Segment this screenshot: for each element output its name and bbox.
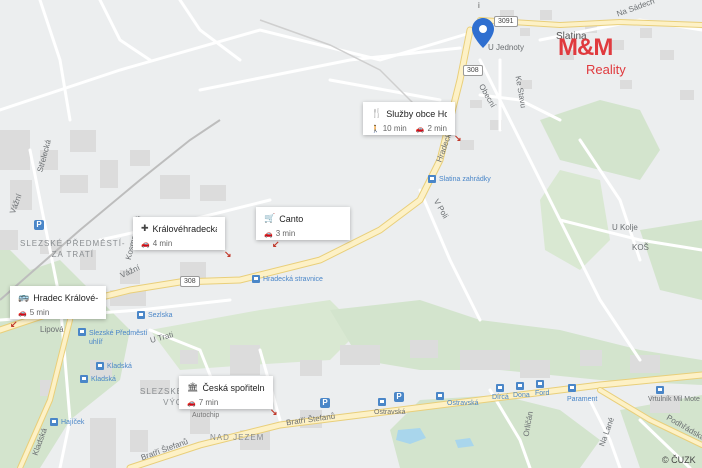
car-icon: 🚗 [141, 240, 150, 248]
bus-stop-icon [656, 386, 664, 394]
stop-label: Hradecká stravnice [263, 276, 323, 283]
car-icon: 🚗 [18, 309, 27, 317]
parking-icon: P [34, 220, 44, 230]
drive-time: 3 min [275, 229, 296, 238]
arrow-icon: ↙ [272, 239, 280, 249]
poi-card[interactable]: 🛒 Canto 🚗 3 min [256, 207, 350, 240]
street-label: Lipová [40, 325, 64, 334]
stop-label: Kladská [107, 363, 132, 370]
poi-title: Canto [279, 213, 304, 224]
poi-title: Hradec Králové-Sl… [33, 292, 98, 303]
location-pin-icon[interactable] [472, 18, 494, 48]
poi-title: Královéhradecká … [152, 223, 217, 234]
bus-stop-icon [96, 362, 104, 370]
bank-icon: 🏛 [187, 382, 199, 392]
fork-knife-icon: 🍴 [371, 108, 383, 118]
poi-card[interactable]: 🏛 Česká spořitelna 🚗 7 min [179, 376, 273, 409]
map-view[interactable]: 3091 308 308 Na Sádech U Jednoty Obecní … [0, 0, 702, 468]
bus-stop-icon [137, 311, 145, 319]
parking-icon: P [394, 392, 404, 402]
bus-stop-icon [78, 328, 86, 336]
stop-label: Kladská [91, 376, 116, 383]
poi-title: Česká spořitelna [202, 382, 265, 393]
car-icon: 🚗 [187, 399, 196, 407]
street-label: NAD JEZEM [210, 433, 265, 442]
bus-stop-icon [536, 380, 544, 388]
green-area [640, 220, 702, 300]
district-label: SLEZSKÉ PŘEDMĚSTÍ- ZA TRATÍ [20, 239, 126, 259]
stop-label: Ostravská [374, 409, 406, 416]
logo-reality: Reality [586, 62, 626, 77]
road-number: 308 [463, 65, 483, 76]
stop-label: Parament [567, 396, 598, 403]
stop-label: Autochip [192, 412, 220, 419]
arrow-icon: ↘ [270, 407, 278, 417]
cart-icon: 🛒 [264, 213, 276, 223]
green-area [540, 170, 610, 270]
car-icon: 🚗 [415, 125, 425, 133]
street-label: KOŠ [632, 243, 649, 252]
stop-label: Ostravská [447, 400, 479, 407]
drive-time: 2 min [427, 124, 447, 133]
arrow-icon: ↙ [10, 319, 18, 329]
stop-label: Slatina zahrádky [439, 176, 491, 183]
walk-icon: 🚶 [371, 125, 380, 133]
arrow-icon: ↘ [224, 249, 232, 259]
bus-stop-icon [436, 392, 444, 400]
stop-label: Slezské Předměstí uhlíř [89, 330, 148, 346]
bus-stop-icon [568, 384, 576, 392]
bus-icon: 🚌 [18, 292, 30, 302]
bus-stop-icon [378, 398, 386, 406]
copyright: © ČUZK [662, 455, 696, 465]
drive-time: 4 min [152, 239, 173, 248]
poi-title: Služby obce Holo… [386, 108, 447, 119]
bus-stop-icon [428, 175, 436, 183]
bus-stop-icon [252, 275, 260, 283]
drive-time: 7 min [198, 398, 219, 407]
walk-time: 10 min [382, 124, 407, 133]
info-icon: i [478, 1, 480, 10]
road-number: 3091 [494, 16, 518, 27]
road-number: 308 [180, 276, 200, 287]
stop-label: Dona [513, 392, 530, 399]
cross-icon: ✚ [141, 223, 149, 233]
car-icon: 🚗 [264, 230, 273, 238]
bus-stop-icon [50, 418, 58, 426]
logo-mm: M&M [558, 34, 613, 61]
poi-card[interactable]: 🚌Hradec Králové-Sl… 🚗5 min [10, 286, 106, 319]
stop-label: Sezlska [148, 312, 173, 319]
bus-stop-icon [516, 382, 524, 390]
arrow-icon: ↘ [454, 133, 462, 143]
stop-label: Ford [535, 390, 550, 397]
stop-label: Vrtulník Mil Mote [648, 396, 700, 403]
poi-card[interactable]: 🍴Služby obce Holo… 🚶10 min 🚗2 min [363, 102, 455, 135]
bus-stop-icon [496, 384, 504, 392]
stop-label: Hajíček [61, 419, 85, 426]
street-label: U Kolje [612, 223, 638, 232]
stop-label: Dírcá [492, 394, 509, 401]
bus-stop-icon [80, 375, 88, 383]
parking-icon: P [320, 398, 330, 408]
drive-time: 5 min [29, 308, 50, 317]
poi-card[interactable]: ✚Královéhradecká … 🚗4 min [133, 217, 225, 250]
